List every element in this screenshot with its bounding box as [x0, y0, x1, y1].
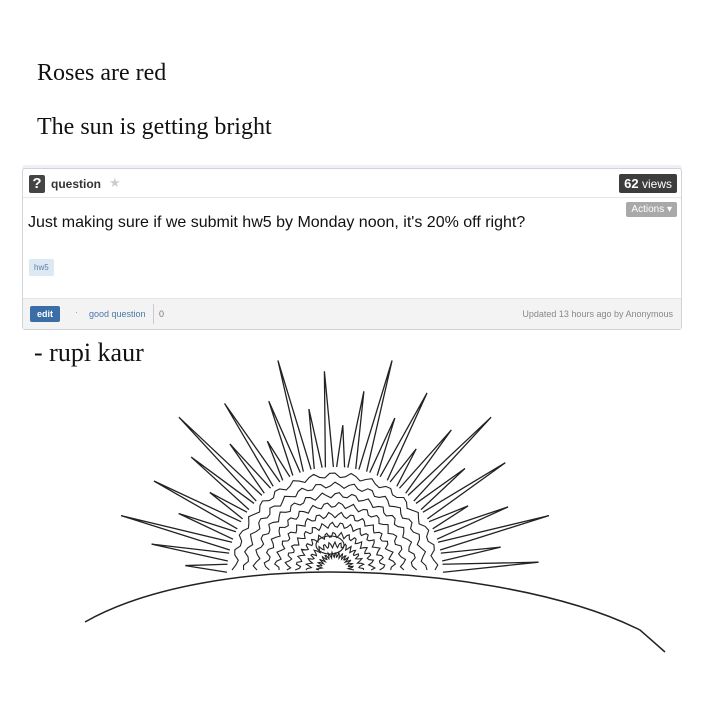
divider — [153, 304, 154, 324]
sun-ray — [440, 546, 501, 562]
views-badge: 62 views — [619, 174, 677, 193]
hill-line — [84, 571, 666, 653]
sun-rays — [120, 360, 550, 573]
sun-ray — [437, 514, 550, 551]
poem-line-2: The sun is getting bright — [37, 114, 272, 140]
edit-button[interactable]: edit — [30, 306, 61, 322]
sun-ray — [323, 371, 335, 468]
card-footer: edit · good question 0 Updated 13 hours … — [23, 298, 681, 329]
views-label: views — [641, 177, 672, 191]
sun-ray — [335, 425, 346, 468]
sun-ray — [277, 360, 312, 472]
sun-ray — [224, 403, 281, 487]
sun-rings — [231, 472, 439, 571]
sun-ray — [266, 440, 291, 481]
sun-ray — [347, 391, 365, 470]
sun-ray — [389, 448, 417, 487]
sun-ray — [185, 563, 228, 573]
sun-ray — [209, 491, 248, 520]
sun-ray — [308, 408, 323, 469]
sun-ray — [422, 462, 506, 520]
star-icon[interactable]: ★ — [109, 175, 121, 191]
sun-ray — [120, 514, 233, 551]
sun-ray — [369, 417, 396, 476]
updated-text: Updated 13 hours ago by Anonymous — [522, 309, 673, 319]
card-header: ? question ★ 62 views — [23, 169, 681, 198]
sun-ring — [315, 550, 355, 571]
good-question-count: 0 — [159, 309, 165, 319]
actions-dropdown[interactable]: Actions ▾ — [626, 202, 677, 217]
sun-ray — [428, 505, 469, 530]
sun-ray — [229, 443, 272, 494]
sun-ray — [442, 561, 539, 573]
sun-ray — [178, 512, 237, 540]
sun-eye-center — [315, 535, 345, 555]
sun-ray — [379, 392, 428, 481]
bullet-icon: · — [75, 307, 78, 317]
meme-page: Roses are red The sun is getting bright … — [0, 0, 710, 720]
views-count: 62 — [624, 176, 639, 191]
sun-ray — [153, 480, 242, 530]
sun-ring — [252, 491, 418, 571]
sun-ray — [358, 360, 393, 472]
question-text: Just making sure if we submit hw5 by Mon… — [28, 214, 526, 231]
sun-ring — [284, 521, 386, 571]
sun-drawing — [84, 360, 666, 653]
sun-ray — [415, 467, 466, 511]
post-type-label: question — [51, 177, 101, 191]
question-card: ? question ★ 62 views Actions ▾ Just mak… — [22, 168, 682, 330]
poem-line-1: Roses are red — [37, 60, 167, 86]
question-mark-icon: ? — [29, 175, 45, 193]
good-question-link[interactable]: good question — [89, 309, 146, 319]
tag-hw5[interactable]: hw5 — [29, 259, 54, 276]
sun-ray — [178, 416, 263, 502]
sun-ray — [407, 416, 492, 502]
